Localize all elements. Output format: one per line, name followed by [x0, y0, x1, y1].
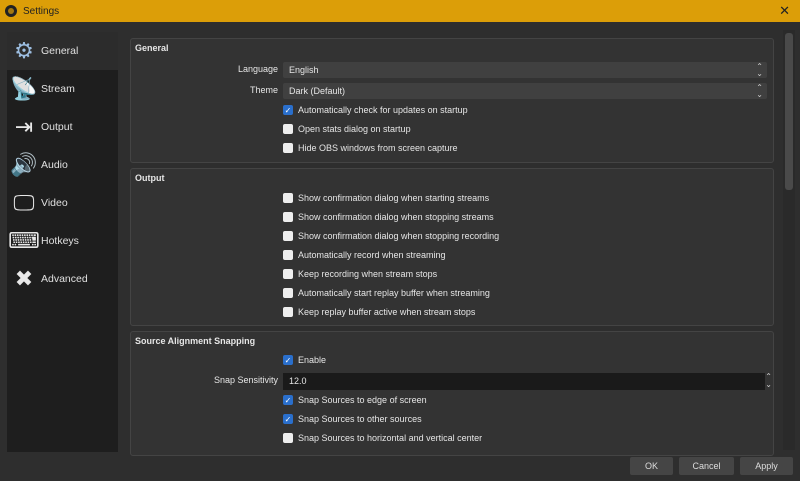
sidebar-item-label: Hotkeys	[41, 235, 79, 247]
enable-snapping-checkbox[interactable]: ✓ Enable	[283, 355, 326, 365]
checkbox-label: Hide OBS windows from screen capture	[298, 143, 458, 153]
group-title: Source Alignment Snapping	[135, 336, 256, 346]
sidebar-item-output[interactable]: ⇥ Output	[7, 108, 118, 146]
window-title: Settings	[23, 5, 60, 17]
sidebar-item-label: Video	[41, 197, 68, 209]
check-icon: ✓	[283, 355, 293, 365]
cancel-button[interactable]: Cancel	[679, 457, 734, 475]
checkbox-empty-icon	[283, 307, 293, 317]
checkbox-label: Snap Sources to horizontal and vertical …	[298, 433, 483, 443]
sidebar-item-video[interactable]: 🖵 Video	[7, 184, 118, 222]
title-bar: Settings ✕	[0, 0, 800, 22]
check-icon: ✓	[283, 395, 293, 405]
checkbox-label: Snap Sources to other sources	[298, 414, 422, 424]
setting-checkbox[interactable]: ✓ Snap Sources to other sources	[283, 414, 422, 424]
check-icon: ✓	[283, 105, 293, 115]
checkbox-label: Enable	[298, 355, 327, 365]
checkbox-empty-icon	[283, 143, 293, 153]
setting-checkbox[interactable]: Automatically start replay buffer when s…	[283, 288, 490, 298]
general-group: General Language English ⌃ ⌄ Theme Dark (D…	[130, 38, 774, 163]
sidebar-item-general[interactable]: ⚙ General	[7, 32, 118, 70]
vertical-scrollbar[interactable]	[783, 30, 795, 450]
setting-checkbox[interactable]: Show confirmation dialog when stopping s…	[283, 212, 494, 222]
setting-checkbox[interactable]: Automatically record when streaming	[283, 250, 446, 260]
setting-checkbox[interactable]: Keep recording when stream stops	[283, 269, 437, 279]
setting-checkbox[interactable]: Open stats dialog on startup	[283, 124, 411, 134]
checkbox-label: Keep recording when stream stops	[298, 269, 438, 279]
snap-sensitivity-label: Snap Sensitivity	[213, 375, 278, 385]
sidebar-item-hotkeys[interactable]: ⌨ Hotkeys	[7, 222, 118, 260]
checkbox-label: Show confirmation dialog when stopping r…	[298, 231, 500, 241]
checkbox-empty-icon	[283, 288, 293, 298]
checkbox-label: Automatically check for updates on start…	[298, 105, 468, 115]
apply-button[interactable]: Apply	[740, 457, 793, 475]
language-select[interactable]: English ⌃ ⌄	[283, 62, 767, 78]
sidebar-item-stream[interactable]: 📡 Stream	[7, 70, 118, 108]
antenna-icon: 📡	[10, 76, 38, 101]
theme-value: Dark (Default)	[289, 86, 346, 96]
setting-checkbox[interactable]: Keep replay buffer active when stream st…	[283, 307, 475, 317]
sidebar-item-label: Output	[41, 121, 73, 133]
keyboard-icon: ⌨	[8, 228, 40, 253]
sidebar-item-label: Advanced	[41, 273, 88, 285]
language-label: Language	[237, 64, 278, 74]
sidebar-item-audio[interactable]: 🔊 Audio	[7, 146, 118, 184]
sidebar-item-label: Audio	[41, 159, 68, 171]
group-title: Output	[135, 173, 165, 183]
setting-checkbox[interactable]: ✓ Snap Sources to edge of screen	[283, 395, 427, 405]
settings-sidebar: ⚙ General 📡 Stream ⇥ Output 🔊 Audio 🖵 Video ⌨ Hotke…	[7, 32, 118, 452]
checkbox-label: Show confirmation dialog when starting s…	[298, 193, 490, 203]
obs-logo-icon	[5, 5, 17, 17]
sidebar-item-label: Stream	[41, 83, 75, 95]
sidebar-item-advanced[interactable]: ✖ Advanced	[7, 260, 118, 298]
checkbox-label: Automatically start replay buffer when s…	[298, 288, 490, 298]
chevron-updown-icon: ⌃ ⌄	[756, 62, 763, 78]
checkbox-empty-icon	[283, 193, 293, 203]
ok-button[interactable]: OK	[630, 457, 673, 475]
monitor-icon: 🖵	[13, 190, 35, 215]
checkbox-empty-icon	[283, 231, 293, 241]
theme-label: Theme	[249, 85, 278, 95]
checkbox-empty-icon	[283, 250, 293, 260]
setting-checkbox[interactable]: Show confirmation dialog when stopping r…	[283, 231, 499, 241]
checkbox-label: Open stats dialog on startup	[298, 124, 411, 134]
close-button[interactable]: ✕	[779, 3, 790, 19]
checkbox-empty-icon	[283, 269, 293, 279]
setting-checkbox[interactable]: ✓ Automatically check for updates on star…	[283, 105, 468, 115]
tools-icon: ✖	[14, 266, 34, 291]
checkbox-label: Keep replay buffer active when stream st…	[298, 307, 476, 317]
theme-select[interactable]: Dark (Default) ⌃ ⌄	[283, 83, 767, 99]
speaker-icon: 🔊	[10, 152, 38, 177]
language-value: English	[289, 65, 319, 75]
checkbox-label: Show confirmation dialog when stopping s…	[298, 212, 494, 222]
group-title: General	[135, 43, 169, 53]
setting-checkbox[interactable]: Snap Sources to horizontal and vertical …	[283, 433, 482, 443]
checkbox-empty-icon	[283, 212, 293, 222]
output-group: Output Show confirmation dialog when sta…	[130, 168, 774, 326]
checkbox-label: Automatically record when streaming	[298, 250, 446, 260]
setting-checkbox[interactable]: Show confirmation dialog when starting s…	[283, 193, 489, 203]
gear-icon: ⚙	[14, 38, 34, 63]
snap-sensitivity-input[interactable]: 12.0 ⌃ ⌄	[283, 373, 772, 390]
chevron-updown-icon: ⌃ ⌄	[756, 83, 763, 99]
setting-checkbox[interactable]: Hide OBS windows from screen capture	[283, 143, 458, 153]
checkbox-label: Snap Sources to edge of screen	[298, 395, 427, 405]
checkbox-empty-icon	[283, 124, 293, 134]
check-icon: ✓	[283, 414, 293, 424]
snap-sensitivity-value: 12.0	[289, 376, 307, 386]
snapping-group: Source Alignment Snapping ✓ Enable Snap S…	[130, 331, 774, 456]
checkbox-empty-icon	[283, 433, 293, 443]
spin-arrows-icon[interactable]: ⌃ ⌄	[765, 373, 772, 389]
sidebar-item-label: General	[41, 45, 79, 57]
scrollbar-thumb[interactable]	[785, 33, 793, 190]
output-icon: ⇥	[14, 114, 34, 139]
